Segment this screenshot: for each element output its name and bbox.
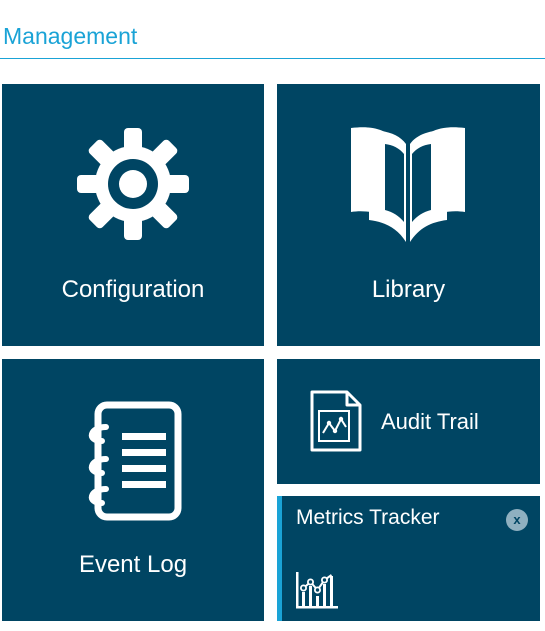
open-book-icon xyxy=(349,124,467,244)
library-label: Library xyxy=(371,276,446,303)
document-chart-icon xyxy=(309,389,363,453)
library-tile[interactable]: Library xyxy=(277,84,540,346)
close-button[interactable]: x xyxy=(506,509,528,531)
notebook-icon xyxy=(82,401,186,521)
line-chart-icon xyxy=(296,572,338,610)
configuration-label: Configuration xyxy=(61,276,205,303)
page-title: Management xyxy=(3,23,138,49)
gear-icon xyxy=(75,126,191,242)
audit-trail-tile[interactable]: Audit Trail xyxy=(277,359,540,484)
event-log-tile[interactable]: Event Log xyxy=(2,359,264,621)
configuration-tile[interactable]: Configuration xyxy=(2,84,264,346)
audit-trail-label: Audit Trail xyxy=(381,409,479,434)
event-log-label: Event Log xyxy=(78,551,188,578)
metrics-tracker-label: Metrics Tracker xyxy=(296,506,440,529)
metrics-tracker-tile[interactable]: Metrics Tracker x xyxy=(277,496,540,621)
header-divider xyxy=(0,58,545,59)
